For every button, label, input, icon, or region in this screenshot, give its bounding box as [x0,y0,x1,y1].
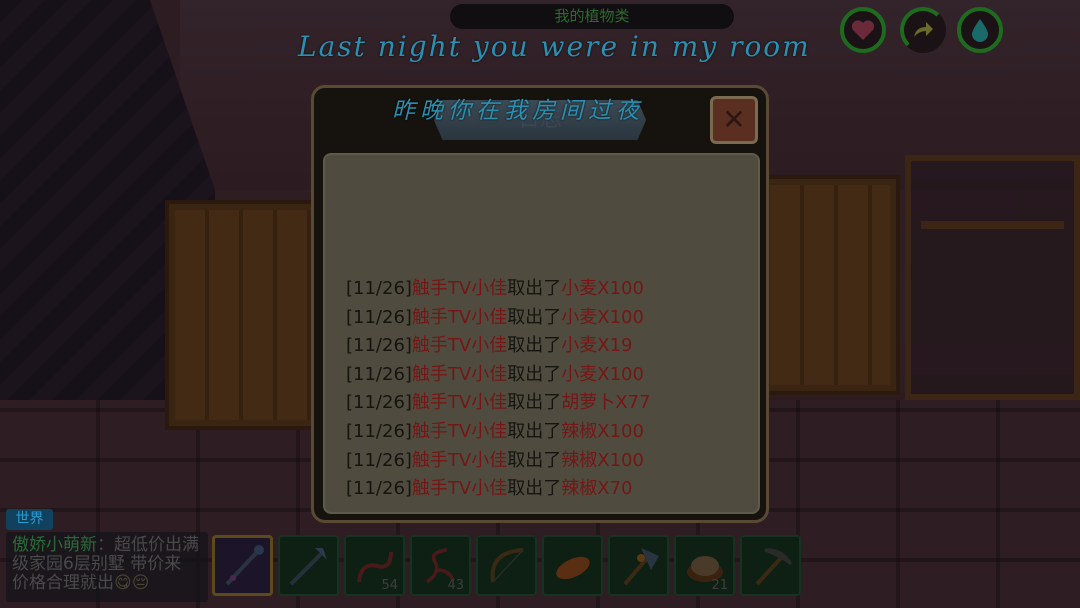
log-verb: 取出了 [507,449,562,471]
trident-icon [289,547,327,585]
log-actor: 触手TV小佳 [411,335,508,357]
log-dialog: 日志 ✕ [11/26]触手TV小佳取出了小麦X100 [11/26]触手TV小… [311,85,769,523]
lyric-english: Last night you were in my room [298,30,811,63]
log-actor: 触手TV小佳 [411,306,508,328]
hotbar-slot-bread[interactable] [542,535,603,596]
log-entry: [11/26]触手TV小佳取出了辣椒X100 [346,447,650,476]
chat-box[interactable]: 傲娇小萌新：超低价出满级家园6层别墅 带价来 价格合理就出😋😔 [6,532,208,602]
log-verb: 取出了 [507,363,562,385]
log-item: 小麦X19 [561,335,633,357]
hotbar-slot-staff[interactable] [212,535,273,596]
log-entry: [11/26]触手TV小佳取出了小麦X100 [346,304,650,333]
log-actor: 触手TV小佳 [411,420,508,442]
log-item: 小麦X100 [561,306,644,328]
log-date: [11/26] [346,420,412,442]
water-drop-icon[interactable] [957,7,1003,53]
heart-icon[interactable] [840,7,886,53]
storage-crate[interactable] [760,175,900,395]
hotbar-slot-dumpling[interactable]: 21 [674,535,735,596]
arrow-icon[interactable] [900,7,946,53]
log-item: 辣椒X70 [561,478,633,500]
log-entry: [11/26]触手TV小佳取出了小麦X100 [346,275,650,304]
bow-icon [490,547,524,583]
staff-icon [225,544,264,585]
slot-count: 54 [381,578,398,593]
chat-emoji: 😋😔 [114,573,150,593]
log-item: 小麦X100 [561,363,644,385]
log-verb: 取出了 [507,278,562,299]
log-date: [11/26] [346,335,412,357]
log-item: 小麦X100 [561,278,644,299]
chat-message: 傲娇小萌新：超低价出满级家园6层别墅 带价来 价格合理就出😋😔 [12,536,202,593]
log-panel: [11/26]触手TV小佳取出了小麦X100 [11/26]触手TV小佳取出了小… [323,153,760,514]
hotbar: 54 43 21 [212,535,801,599]
close-button[interactable]: ✕ [710,96,758,144]
hotbar-slot-whip[interactable]: 54 [344,535,405,596]
slot-count: 21 [711,578,728,593]
log-verb: 取出了 [507,420,562,442]
battle-axe-icon [622,547,659,585]
log-entry: [11/26]触手TV小佳取出了小麦X100 [346,361,650,390]
log-date: [11/26] [346,449,412,471]
log-date: [11/26] [346,363,412,385]
slot-count: 43 [447,578,464,593]
hotbar-slot-battle-axe[interactable] [608,535,669,596]
log-actor: 触手TV小佳 [411,478,508,500]
log-actor: 触手TV小佳 [411,363,508,385]
chat-username[interactable]: 傲娇小萌新 [12,535,97,555]
log-item: 辣椒X100 [561,449,644,471]
log-actor: 触手TV小佳 [411,392,508,414]
pickaxe-icon [755,547,792,585]
lyric-chinese: 昨晚你在我房间过夜 [392,98,644,124]
log-actor: 触手TV小佳 [411,278,508,299]
log-date: [11/26] [346,278,412,299]
glass-table [905,155,1080,400]
log-date: [11/26] [346,478,412,500]
log-verb: 取出了 [507,306,562,328]
log-item: 胡萝卜X77 [561,392,651,414]
chat-channel-tab[interactable]: 世界 [6,509,53,530]
hotbar-slot-vine[interactable]: 43 [410,535,471,596]
log-verb: 取出了 [507,335,562,357]
log-entry: [11/26]触手TV小佳取出了辣椒X100 [346,418,650,447]
chat-separator: ： [97,535,114,555]
hotbar-slot-pickaxe[interactable] [740,535,801,596]
log-entry: [11/26]触手TV小佳取出了胡萝卜X77 [346,389,650,418]
log-verb: 取出了 [507,392,562,414]
log-entry: [11/26]触手TV小佳取出了辣椒X70 [346,475,650,504]
log-entry: [11/26]触手TV小佳取出了小麦X19 [346,332,650,361]
plant-label: 我的植物类 [450,4,734,29]
log-actor: 触手TV小佳 [411,449,508,471]
log-verb: 取出了 [507,478,562,500]
hotbar-slot-bow[interactable] [476,535,537,596]
log-date: [11/26] [346,306,412,328]
log-item: 辣椒X100 [561,420,644,442]
hotbar-slot-trident[interactable] [278,535,339,596]
log-date: [11/26] [346,392,412,414]
bread-icon [555,556,590,579]
log-list: [11/26]触手TV小佳取出了小麦X100 [11/26]触手TV小佳取出了小… [346,275,650,504]
